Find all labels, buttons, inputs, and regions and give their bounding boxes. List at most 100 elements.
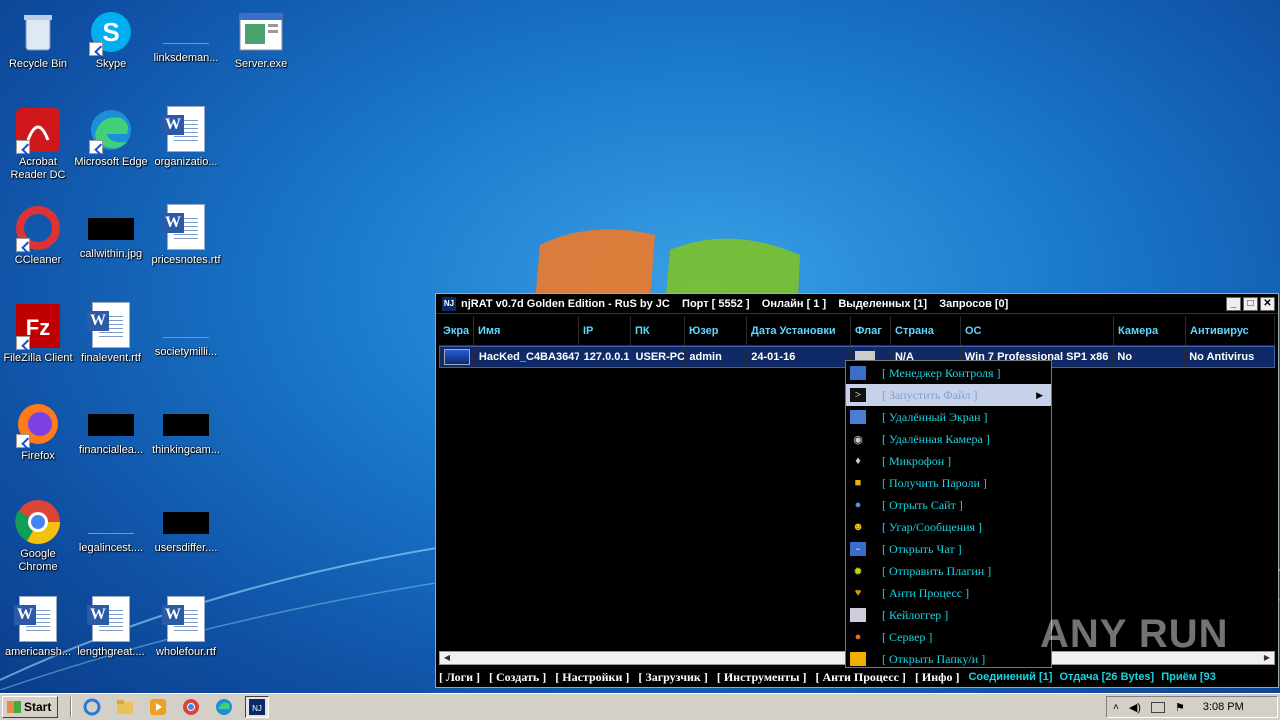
desktop-icon-thinkingcam[interactable]: thinkingcam... <box>148 396 224 490</box>
column-user[interactable]: Юзер <box>685 316 747 345</box>
network-icon[interactable] <box>1150 701 1165 713</box>
maximize-button[interactable]: □ <box>1243 296 1258 311</box>
desktop-icon-lengthgreat[interactable]: lengthgreat.... <box>73 592 149 686</box>
desktop-icon-acrobat[interactable]: Acrobat Reader DC <box>0 102 76 196</box>
image-icon <box>88 414 134 436</box>
desktop-icon-wholefour[interactable]: wholefour.rtf <box>148 592 224 686</box>
windows-flag-icon <box>7 701 21 713</box>
settings-button[interactable]: [ Настройки ] <box>555 670 629 685</box>
column-os[interactable]: ОС <box>961 316 1114 345</box>
filezilla-icon: Fz <box>14 302 62 350</box>
context-menu: [ Менеджер Контроля ] >[ Запустить Файл … <box>845 360 1052 668</box>
menu-item-fun-messages[interactable]: ☻[ Угар/Сообщения ] <box>846 516 1051 538</box>
njrat-app-icon: NJ <box>442 296 456 311</box>
anyrun-watermark: ANY RUN <box>1040 612 1229 656</box>
menu-item-remote-screen[interactable]: [ Удалённый Экран ] <box>846 406 1051 428</box>
taskbar-chrome-icon[interactable] <box>179 696 203 718</box>
word-doc-icon <box>87 596 135 644</box>
taskbar-ie-icon[interactable] <box>80 696 104 718</box>
word-doc-icon <box>162 204 210 252</box>
edge-icon <box>87 106 135 154</box>
menu-item-open-folder[interactable]: [ Открыть Папку/и ] <box>846 648 1051 670</box>
desktop-icon-chrome[interactable]: Google Chrome <box>0 494 76 588</box>
column-name[interactable]: Имя <box>474 316 579 345</box>
keyboard-icon <box>850 608 866 622</box>
close-button[interactable]: ✕ <box>1260 296 1275 311</box>
table-header: Экра Имя IP ПК Юзер Дата Установки Флаг … <box>439 316 1275 346</box>
anti-process-button[interactable]: [ Анти Процесс ] <box>816 670 906 685</box>
show-hidden-icons-icon[interactable]: ˄ <box>1113 702 1119 713</box>
desktop-icon-financiallea[interactable]: financiallea... <box>73 396 149 490</box>
microphone-icon: ♦ <box>855 455 861 467</box>
svg-text:NJ: NJ <box>252 704 262 713</box>
menu-item-server[interactable]: ●[ Сервер ] <box>846 626 1051 648</box>
window-titlebar[interactable]: NJ njRAT v0.7d Golden Edition - RuS by J… <box>436 294 1278 314</box>
desktop-icon-filezilla[interactable]: Fz FileZilla Client <box>0 298 76 392</box>
console-icon: > <box>850 388 866 402</box>
shortcut-arrow-icon <box>89 140 103 154</box>
taskbar-njrat-icon[interactable]: NJ <box>245 696 270 718</box>
image-icon <box>88 218 134 240</box>
word-doc-icon <box>87 302 135 350</box>
desktop-icon-server-exe[interactable]: Server.exe <box>223 4 299 98</box>
file-icon <box>163 22 209 44</box>
desktop-icon-finalevent[interactable]: finalevent.rtf <box>73 298 149 392</box>
shortcut-arrow-icon <box>16 140 30 154</box>
desktop-icon-societymilli[interactable]: societymilli... <box>148 298 224 392</box>
column-install-date[interactable]: Дата Установки <box>747 316 851 345</box>
taskbar-edge-icon[interactable] <box>212 696 236 718</box>
minimize-button[interactable]: _ <box>1226 296 1241 311</box>
clock[interactable]: 3:08 PM <box>1203 701 1244 713</box>
scroll-right-icon[interactable]: ▶ <box>1260 652 1274 664</box>
desktop-icon-skype[interactable]: S Skype <box>73 4 149 98</box>
menu-item-control-manager[interactable]: [ Менеджер Контроля ] <box>846 362 1051 384</box>
menu-item-open-chat[interactable]: ~[ Открыть Чат ] <box>846 538 1051 560</box>
desktop-icon-pricesnotes[interactable]: pricesnotes.rtf <box>148 200 224 294</box>
desktop-icon-edge[interactable]: Microsoft Edge <box>73 102 149 196</box>
svg-text:S: S <box>102 17 119 47</box>
logs-button[interactable]: [ Логи ] <box>439 670 480 685</box>
column-ip[interactable]: IP <box>579 316 631 345</box>
taskbar-media-player-icon[interactable] <box>146 696 170 718</box>
downloader-button[interactable]: [ Загрузчик ] <box>638 670 707 685</box>
shortcut-arrow-icon <box>16 336 30 350</box>
desktop-icon-legalincest[interactable]: legalincest.... <box>73 494 149 588</box>
menu-item-keylogger[interactable]: [ Кейлоггер ] <box>846 604 1051 626</box>
column-antivirus[interactable]: Антивирус <box>1186 316 1275 345</box>
start-button[interactable]: Start <box>2 696 59 718</box>
desktop-icon-americansh[interactable]: americansh... <box>0 592 76 686</box>
word-doc-icon <box>14 596 62 644</box>
column-camera[interactable]: Камера <box>1114 316 1186 345</box>
taskbar-explorer-icon[interactable] <box>113 696 137 718</box>
menu-item-open-site[interactable]: ●[ Отрыть Сайт ] <box>846 494 1051 516</box>
skype-icon: S <box>87 8 135 56</box>
word-doc-icon <box>162 106 210 154</box>
desktop-icon-organizatio[interactable]: organizatio... <box>148 102 224 196</box>
tools-button[interactable]: [ Инструменты ] <box>717 670 807 685</box>
column-country[interactable]: Страна <box>891 316 961 345</box>
column-flag[interactable]: Флаг <box>851 316 891 345</box>
cell-ip: 127.0.0.1 <box>580 347 632 367</box>
desktop-icon-firefox[interactable]: Firefox <box>0 396 76 490</box>
volume-icon[interactable]: ◀) <box>1129 701 1141 714</box>
acrobat-icon <box>14 106 62 154</box>
info-button[interactable]: [ Инфо ] <box>915 670 960 685</box>
shortcut-arrow-icon <box>89 42 103 56</box>
desktop-icon-recycle-bin[interactable]: Recycle Bin <box>0 4 76 98</box>
desktop-icon-linksdeman[interactable]: linksdeman... <box>148 4 224 98</box>
menu-item-microphone[interactable]: ♦[ Микрофон ] <box>846 450 1051 472</box>
action-center-flag-icon[interactable]: ⚑ <box>1175 701 1185 714</box>
file-icon <box>88 512 134 534</box>
column-screen[interactable]: Экра <box>439 316 474 345</box>
menu-item-send-plugin[interactable]: ✹[ Отправить Плагин ] <box>846 560 1051 582</box>
desktop-icon-ccleaner[interactable]: CCleaner <box>0 200 76 294</box>
desktop-icon-callwithin[interactable]: callwithin.jpg <box>73 200 149 294</box>
menu-item-anti-process[interactable]: ♥[ Анти Процесс ] <box>846 582 1051 604</box>
desktop-icon-usersdiffer[interactable]: usersdiffer.... <box>148 494 224 588</box>
scroll-left-icon[interactable]: ◀ <box>440 652 454 664</box>
builder-button[interactable]: [ Создать ] <box>489 670 546 685</box>
menu-item-run-file[interactable]: >[ Запустить Файл ] ▶ <box>846 384 1051 406</box>
column-pc[interactable]: ПК <box>631 316 685 345</box>
menu-item-remote-camera[interactable]: ◉[ Удалённая Камера ] <box>846 428 1051 450</box>
menu-item-get-passwords[interactable]: ■[ Получить Пароли ] <box>846 472 1051 494</box>
